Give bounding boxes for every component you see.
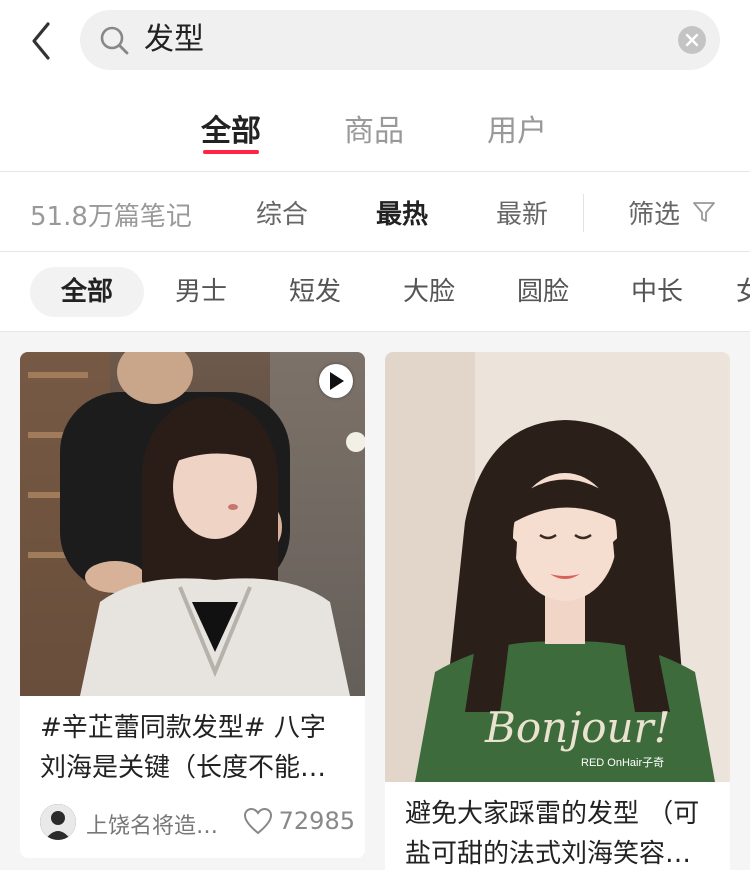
note-card[interactable]: #辛芷蕾同款发型# 八字 刘海是关键（长度不能… 上饶名将造… 72985 bbox=[20, 352, 365, 858]
chip-short-hair[interactable]: 短发 bbox=[266, 267, 364, 317]
divider bbox=[0, 251, 750, 252]
filter-icon[interactable] bbox=[692, 200, 716, 224]
divider bbox=[583, 194, 584, 232]
sort-bar: 51.8万篇笔记 综合 最热 最新 筛选 bbox=[0, 172, 750, 252]
avatar-image bbox=[40, 804, 76, 840]
note-title-line: 盐可甜的法式刘海笑容… bbox=[405, 839, 692, 869]
clear-search-button[interactable] bbox=[678, 26, 706, 54]
author-name[interactable]: 上饶名将造… bbox=[86, 808, 218, 840]
chip-all[interactable]: 全部 bbox=[30, 267, 144, 317]
sort-comprehensive[interactable]: 综合 bbox=[256, 194, 308, 231]
sort-hottest[interactable]: 最热 bbox=[376, 194, 428, 231]
close-icon bbox=[685, 33, 699, 47]
top-bar: 发型 bbox=[0, 0, 750, 84]
note-cover-image: Bonjour! RED OnHair子奇 bbox=[385, 352, 730, 782]
chip-round-face[interactable]: 圆脸 bbox=[494, 267, 592, 317]
like-count: 72985 bbox=[278, 807, 355, 835]
play-icon bbox=[330, 372, 344, 390]
sort-newest[interactable]: 最新 bbox=[496, 194, 548, 231]
chip-men[interactable]: 男士 bbox=[152, 267, 250, 317]
tab-goods[interactable]: 商品 bbox=[324, 106, 424, 150]
chip-medium-long[interactable]: 中长 bbox=[608, 267, 706, 317]
avatar[interactable] bbox=[40, 804, 76, 840]
note-title-line: 避免大家踩雷的发型 （可 bbox=[405, 799, 700, 829]
shirt-print: Bonjour! bbox=[484, 703, 671, 752]
note-title-line: #辛芷蕾同款发型# 八字 bbox=[40, 713, 326, 743]
chip-partial[interactable]: 女 bbox=[736, 267, 750, 317]
video-badge bbox=[319, 364, 353, 398]
search-icon bbox=[100, 26, 129, 55]
heart-icon[interactable] bbox=[243, 807, 273, 835]
active-tab-indicator bbox=[203, 150, 259, 154]
watermark: RED OnHair子奇 bbox=[581, 756, 664, 769]
search-query: 发型 bbox=[144, 22, 204, 57]
back-button[interactable] bbox=[26, 20, 60, 62]
tab-all[interactable]: 全部 bbox=[181, 106, 281, 150]
note-cover-image bbox=[20, 352, 365, 696]
note-title-line: 刘海是关键（长度不能… bbox=[40, 753, 327, 783]
note-card[interactable]: Bonjour! RED OnHair子奇 避免大家踩雷的发型 （可 盐可甜的法… bbox=[385, 352, 730, 882]
filter-button[interactable]: 筛选 bbox=[628, 194, 680, 231]
category-chips: 全部 男士 短发 大脸 圆脸 中长 女 bbox=[0, 253, 750, 331]
chevron-left-icon bbox=[32, 22, 50, 60]
note-count: 51.8万篇笔记 bbox=[30, 202, 192, 232]
notes-feed: #辛芷蕾同款发型# 八字 刘海是关键（长度不能… 上饶名将造… 72985 Bo… bbox=[0, 332, 750, 882]
result-tabs: 全部 商品 用户 bbox=[0, 90, 750, 170]
tab-users[interactable]: 用户 bbox=[467, 106, 567, 150]
search-input[interactable]: 发型 bbox=[80, 10, 720, 70]
chip-big-face[interactable]: 大脸 bbox=[380, 267, 478, 317]
